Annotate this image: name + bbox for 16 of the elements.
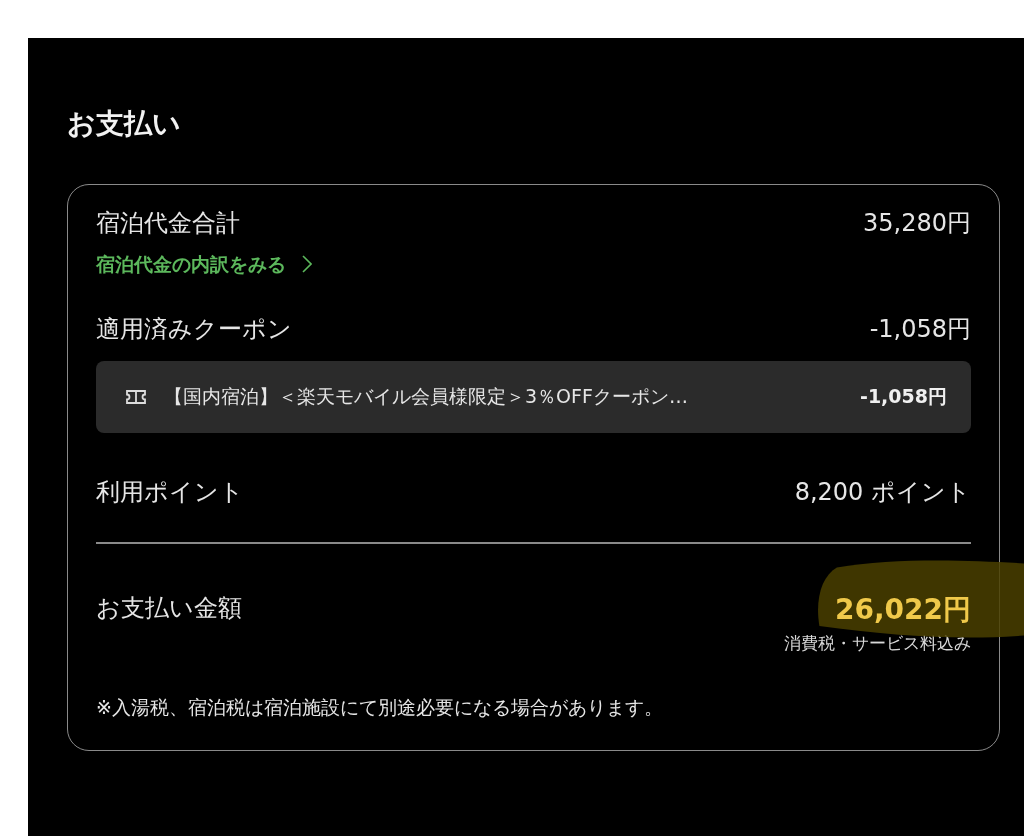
row-amount: 8,200 ポイント	[794, 477, 971, 508]
breakdown-link[interactable]: 宿泊代金の内訳をみる	[96, 249, 312, 279]
coupon-name: 【国内宿泊】＜楽天モバイル会員様限定＞3％OFFクーポン…	[164, 384, 689, 409]
row-label: お支払い金額	[96, 592, 242, 624]
coupon-amount: -1,058円	[860, 384, 947, 409]
row-label: 適用済みクーポン	[96, 314, 292, 345]
row-amount: -1,058円	[869, 314, 971, 345]
row-label: 宿泊代金合計	[96, 208, 240, 239]
row-amount: 35,280円	[863, 208, 971, 239]
footnote: ※入湯税、宿泊税は宿泊施設にて別途必要になる場合があります。	[96, 694, 664, 720]
row-label: 利用ポイント	[96, 477, 244, 508]
section-title: お支払い	[67, 106, 182, 142]
chevron-icon	[302, 255, 312, 273]
payment-amount: 26,022円	[834, 592, 971, 626]
ticket-icon	[126, 390, 146, 404]
tax-note: 消費税・サービス料込み	[784, 631, 971, 655]
